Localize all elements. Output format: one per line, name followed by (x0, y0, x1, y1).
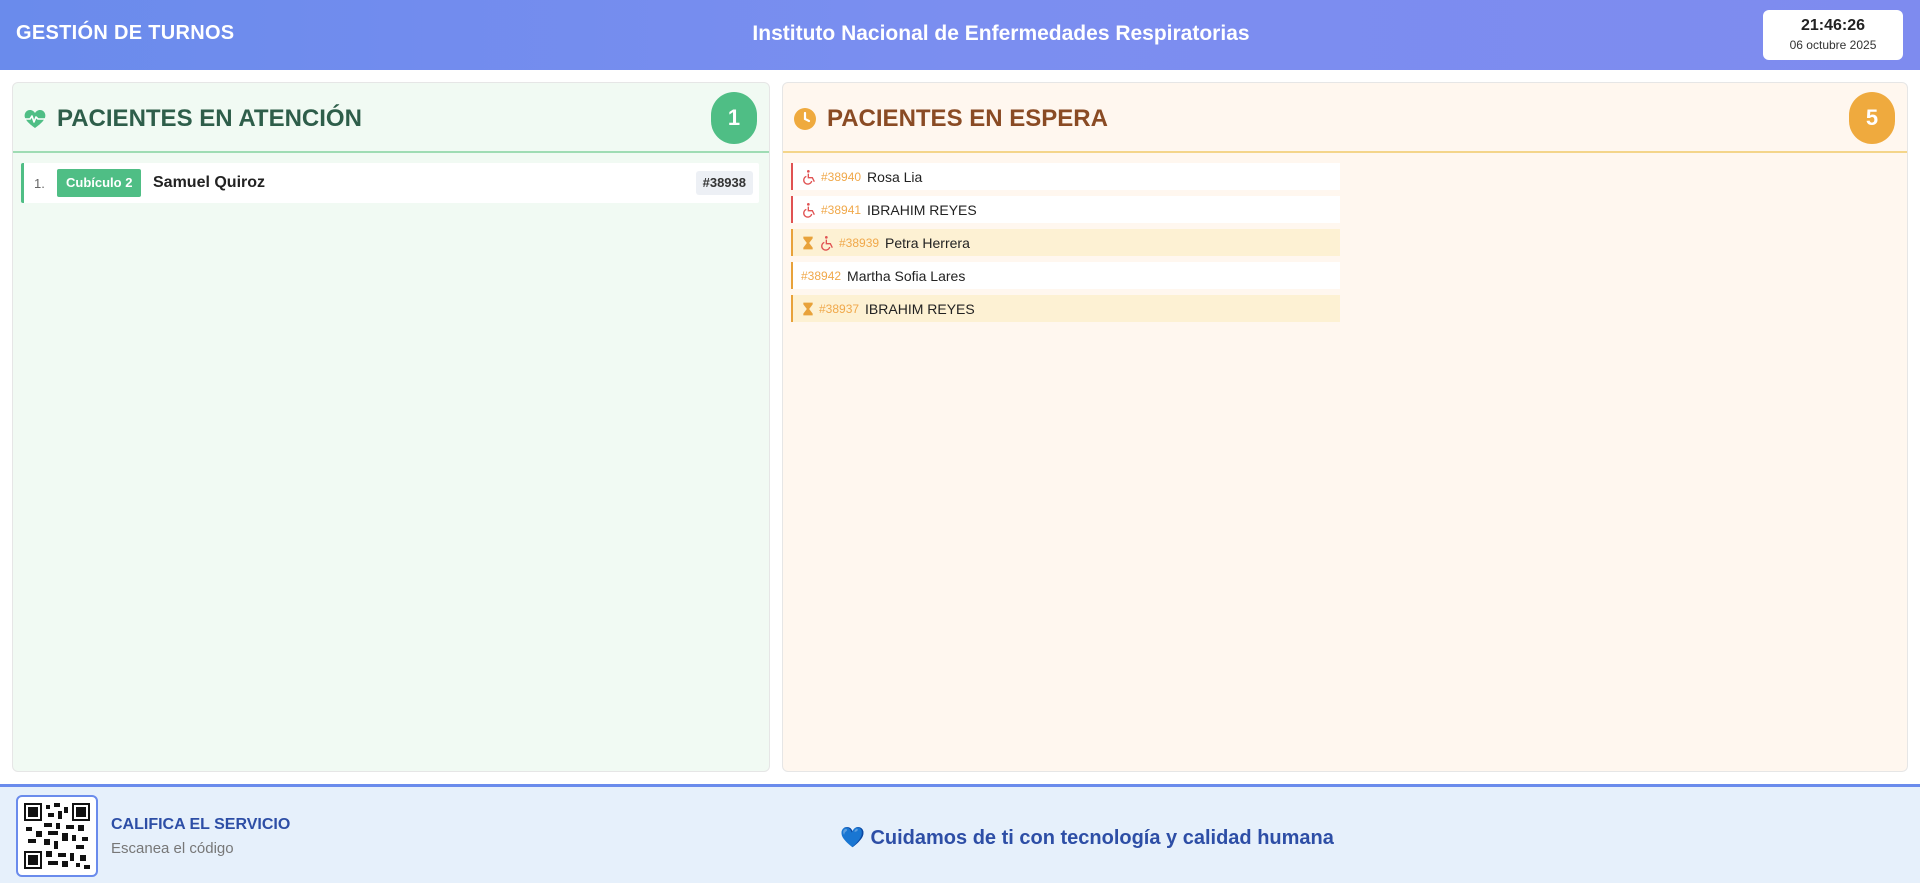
hourglass-icon (803, 302, 813, 315)
waiting-panel: PACIENTES EN ESPERA 5 #38940 Rosa Lia #3… (782, 82, 1908, 772)
current-date: 06 octubre 2025 (1789, 38, 1877, 52)
hourglass-icon (803, 236, 813, 249)
waiting-ticket: #38939 (839, 235, 880, 250)
wheelchair-icon (803, 169, 815, 185)
waiting-name: Petra Herrera (885, 234, 970, 251)
waiting-ticket: #38941 (821, 202, 862, 217)
current-time: 21:46:26 (1800, 17, 1866, 34)
top-header: GESTIÓN DE TURNOS Instituto Nacional de … (0, 0, 1920, 70)
attention-count-badge: 1 (711, 92, 757, 144)
qr-code-icon (24, 803, 90, 869)
clock-icon (794, 108, 816, 130)
attention-panel-header: PACIENTES EN ATENCIÓN 1 (13, 83, 769, 153)
waiting-panel-header: PACIENTES EN ESPERA 5 (783, 83, 1907, 153)
waiting-item: #38942 Martha Sofia Lares (791, 262, 1340, 289)
waiting-item: #38937 IBRAHIM REYES (791, 295, 1340, 322)
waiting-name: Rosa Lia (867, 168, 923, 185)
waiting-ticket: #38940 (821, 169, 862, 184)
waiting-item: #38940 Rosa Lia (791, 163, 1340, 190)
waiting-name: IBRAHIM REYES (867, 201, 977, 218)
waiting-name: IBRAHIM REYES (865, 300, 975, 317)
heart-pulse-icon (24, 110, 46, 128)
attention-title: PACIENTES EN ATENCIÓN (57, 105, 362, 132)
attention-row: 1. Cubículo 2 Samuel Quiroz #38938 (21, 163, 759, 203)
patient-name: Samuel Quiroz (153, 174, 266, 191)
wheelchair-icon (803, 202, 815, 218)
footer-tagline: 💙 Cuidamos de ti con tecnología y calida… (840, 827, 1334, 849)
qr-code[interactable] (16, 795, 98, 877)
waiting-ticket: #38942 (801, 268, 842, 283)
waiting-list: #38940 Rosa Lia #38941 IBRAHIM REYES #38… (791, 163, 1340, 328)
ticket-badge: #38938 (695, 171, 753, 195)
attention-panel: PACIENTES EN ATENCIÓN 1 1. Cubículo 2 Sa… (12, 82, 770, 772)
waiting-title: PACIENTES EN ESPERA (827, 105, 1108, 132)
waiting-count-badge: 5 (1849, 92, 1895, 144)
cubicle-badge: Cubículo 2 (57, 169, 142, 197)
waiting-ticket: #38937 (819, 301, 860, 316)
wheelchair-icon (821, 235, 833, 251)
institute-name: Instituto Nacional de Enfermedades Respi… (752, 22, 1250, 45)
waiting-item: #38939 Petra Herrera (791, 229, 1340, 256)
rate-service-subtitle: Escanea el código (111, 840, 234, 857)
rate-service-title: CALIFICA EL SERVICIO (111, 816, 291, 833)
waiting-name: Martha Sofia Lares (847, 267, 966, 284)
waiting-item: #38941 IBRAHIM REYES (791, 196, 1340, 223)
row-number: 1. (34, 176, 45, 191)
clock-widget: 21:46:26 06 octubre 2025 (1763, 10, 1903, 60)
footer-bar: CALIFICA EL SERVICIO Escanea el código 💙… (0, 784, 1920, 883)
